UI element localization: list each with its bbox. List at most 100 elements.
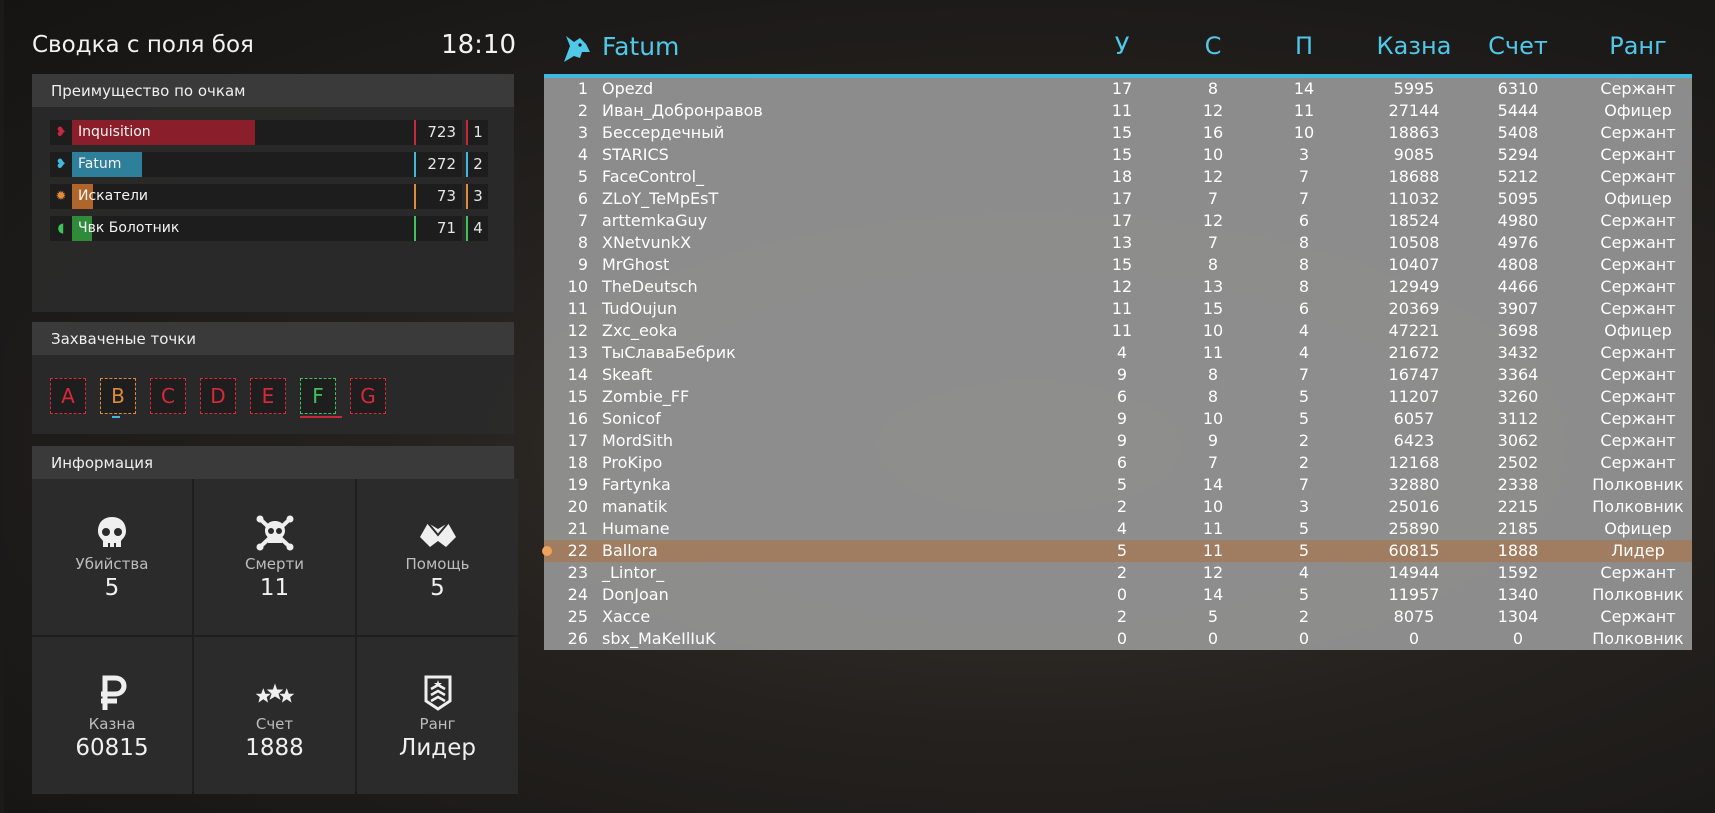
player-name[interactable]: Sonicof xyxy=(602,408,661,430)
player-name[interactable]: ProKipo xyxy=(602,452,662,474)
table-row[interactable]: 14 Skeaft 9 8 7 16747 3364 Сержант xyxy=(544,364,1692,386)
player-score: 0 xyxy=(1512,629,1524,648)
player-name[interactable]: MordSith xyxy=(602,430,673,452)
player-score: 2338 xyxy=(1497,475,1539,494)
player-name[interactable]: ZLoY_TeMpEsT xyxy=(602,188,718,210)
column-header-money[interactable]: Казна xyxy=(1368,32,1460,60)
table-row[interactable]: 23 _Lintor_ 2 12 4 14944 1592 Сержант xyxy=(544,562,1692,584)
player-deaths: 10 xyxy=(1202,321,1224,340)
player-kills: 6 xyxy=(1116,453,1128,472)
table-row[interactable]: 26 sbx_MaKeIlIuK 0 0 0 0 0 Полковник xyxy=(544,628,1692,650)
player-name[interactable]: TudOujun xyxy=(602,298,677,320)
player-name[interactable]: manatik xyxy=(602,496,667,518)
player-score: 3112 xyxy=(1497,409,1539,428)
table-row[interactable]: 24 DonJoan 0 14 5 11957 1340 Полковник xyxy=(544,584,1692,606)
player-deaths: 12 xyxy=(1202,167,1224,186)
player-deaths: 14 xyxy=(1202,585,1224,604)
player-name[interactable]: DonJoan xyxy=(602,584,669,606)
team-bird-icon: ◖ xyxy=(50,216,72,241)
table-row[interactable]: 12 Zxc_eoka 11 10 4 47221 3698 Офицер xyxy=(544,320,1692,342)
player-position: 18 xyxy=(567,453,588,472)
team-name: Искатели xyxy=(78,188,149,204)
player-kills: 18 xyxy=(1111,167,1133,186)
player-money: 18863 xyxy=(1388,123,1440,142)
table-row[interactable]: 21 Humane 4 11 5 25890 2185 Офицер xyxy=(544,518,1692,540)
table-row[interactable]: 25 Xacce 2 5 2 8075 1304 Сержант xyxy=(544,606,1692,628)
table-row[interactable]: 4 STARICS 15 10 3 9085 5294 Сержант xyxy=(544,144,1692,166)
player-rank: Сержант xyxy=(1600,123,1676,142)
column-header-kills[interactable]: У xyxy=(1096,32,1148,60)
player-name[interactable]: FaceControl_ xyxy=(602,166,704,188)
column-header-assists[interactable]: П xyxy=(1278,32,1330,60)
player-score: 3698 xyxy=(1497,321,1539,340)
player-money: 5995 xyxy=(1393,79,1435,98)
table-row[interactable]: 1 Opezd 17 8 14 5995 6310 Сержант xyxy=(544,78,1692,100)
table-row[interactable]: 7 arttemkaGuy 17 12 6 18524 4980 Сержант xyxy=(544,210,1692,232)
table-row[interactable]: 19 Fartynka 5 14 7 32880 2338 Полковник xyxy=(544,474,1692,496)
table-row[interactable]: 16 Sonicof 9 10 5 6057 3112 Сержант xyxy=(544,408,1692,430)
table-row[interactable]: 8 XNetvunkX 13 7 8 10508 4976 Сержант xyxy=(544,232,1692,254)
player-score: 5408 xyxy=(1497,123,1539,142)
player-assists: 8 xyxy=(1298,233,1310,252)
table-row[interactable]: 15 Zombie_FF 6 8 5 11207 3260 Сержант xyxy=(544,386,1692,408)
player-name[interactable]: ТыСлаваБебрик xyxy=(602,342,736,364)
player-name[interactable]: TheDeutsch xyxy=(602,276,698,298)
player-info-title: Информация xyxy=(32,446,514,479)
table-row[interactable]: 20 manatik 2 10 3 25016 2215 Полковник xyxy=(544,496,1692,518)
player-score: 5095 xyxy=(1497,189,1539,208)
column-header-score[interactable]: Счет xyxy=(1472,32,1564,60)
table-row[interactable]: 18 ProKipo 6 7 2 12168 2502 Сержант xyxy=(544,452,1692,474)
team-compass-icon: ✹ xyxy=(50,184,72,209)
player-money: 60815 xyxy=(1388,541,1440,560)
player-position: 9 xyxy=(577,255,588,274)
player-name[interactable]: Humane xyxy=(602,518,670,540)
player-kills: 15 xyxy=(1111,123,1133,142)
team-wolf-icon xyxy=(564,36,590,62)
team-score: 723 xyxy=(414,120,462,145)
player-name[interactable]: STARICS xyxy=(602,144,669,166)
player-name[interactable]: arttemkaGuy xyxy=(602,210,707,232)
table-row-current-player[interactable]: 22 Ballora 5 11 5 60815 1888 Лидер xyxy=(542,540,1692,562)
info-cell-skull-crossbones: Смерти 11 xyxy=(194,479,355,635)
player-score: 4980 xyxy=(1497,211,1539,230)
player-score: 1304 xyxy=(1497,607,1539,626)
player-name[interactable]: Opezd xyxy=(602,78,653,100)
player-name[interactable]: Бессердечный xyxy=(602,122,724,144)
table-row[interactable]: 3 Бессердечный 15 16 10 18863 5408 Сержант xyxy=(544,122,1692,144)
table-row[interactable]: 9 MrGhost 15 8 8 10407 4808 Сержант xyxy=(544,254,1692,276)
table-row[interactable]: 13 ТыСлаваБебрик 4 11 4 21672 3432 Сержант xyxy=(544,342,1692,364)
player-name[interactable]: Zombie_FF xyxy=(602,386,689,408)
table-row[interactable]: 6 ZLoY_TeMpEsT 17 7 7 11032 5095 Офицер xyxy=(544,188,1692,210)
player-deaths: 15 xyxy=(1202,299,1224,318)
player-name[interactable]: sbx_MaKeIlIuK xyxy=(602,628,716,650)
column-header-deaths[interactable]: С xyxy=(1187,32,1239,60)
column-header-rank[interactable]: Ранг xyxy=(1574,32,1702,60)
player-name[interactable]: Skeaft xyxy=(602,364,652,386)
player-score: 3907 xyxy=(1497,299,1539,318)
table-row[interactable]: 2 Иван_Добронравов 11 12 11 27144 5444 Офицер xyxy=(544,100,1692,122)
team-score-row: ◖ Чвк Болотник 71 4 xyxy=(50,216,523,241)
player-name[interactable]: Zxc_eoka xyxy=(602,320,677,342)
player-kills: 9 xyxy=(1116,431,1128,450)
player-name[interactable]: Ballora xyxy=(602,540,658,562)
player-kills: 15 xyxy=(1111,255,1133,274)
player-kills: 2 xyxy=(1116,563,1128,582)
player-rank: Сержант xyxy=(1600,431,1676,450)
team-place: 2 xyxy=(466,152,488,177)
screen-edge xyxy=(0,0,4,813)
player-deaths: 10 xyxy=(1202,497,1224,516)
player-assists: 2 xyxy=(1298,431,1310,450)
player-deaths: 8 xyxy=(1207,255,1219,274)
player-name[interactable]: XNetvunkX xyxy=(602,232,691,254)
player-assists: 4 xyxy=(1298,563,1310,582)
player-name[interactable]: Fartynka xyxy=(602,474,671,496)
player-name[interactable]: _Lintor_ xyxy=(602,562,664,584)
table-row[interactable]: 17 MordSith 9 9 2 6423 3062 Сержант xyxy=(544,430,1692,452)
player-money: 6057 xyxy=(1393,409,1435,428)
table-row[interactable]: 10 TheDeutsch 12 13 8 12949 4466 Сержант xyxy=(544,276,1692,298)
table-row[interactable]: 5 FaceControl_ 18 12 7 18688 5212 Сержант xyxy=(544,166,1692,188)
table-row[interactable]: 11 TudOujun 11 15 6 20369 3907 Сержант xyxy=(544,298,1692,320)
player-name[interactable]: MrGhost xyxy=(602,254,669,276)
player-name[interactable]: Xacce xyxy=(602,606,650,628)
player-name[interactable]: Иван_Добронравов xyxy=(602,100,763,122)
